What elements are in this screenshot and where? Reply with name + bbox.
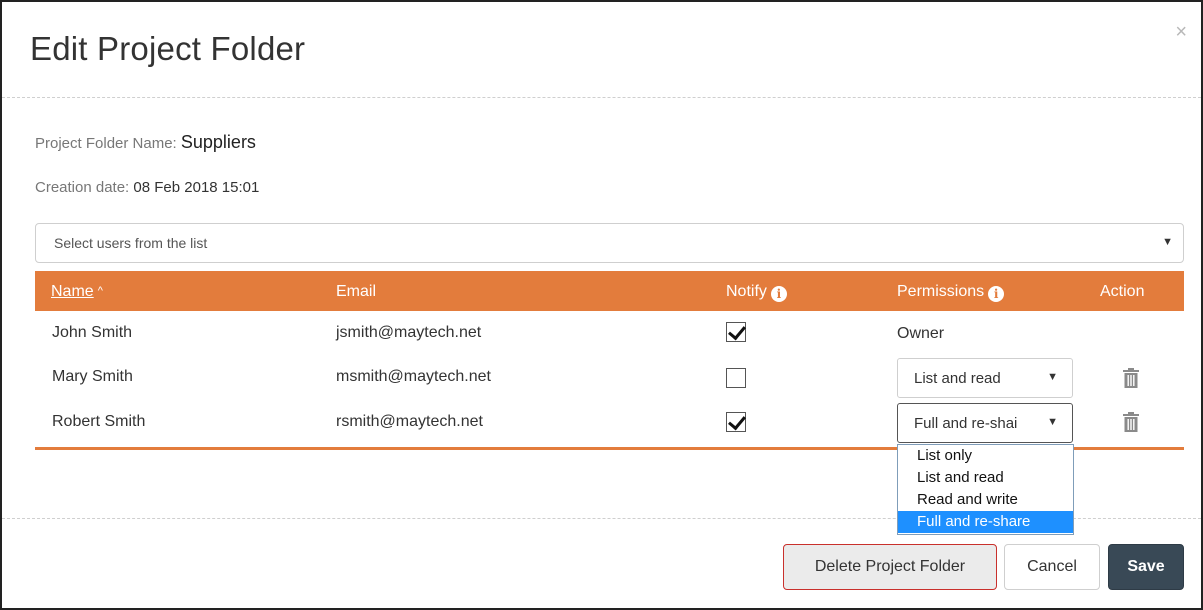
table-row: Mary Smith msmith@maytech.net List and r… — [35, 358, 1184, 402]
column-header-name-label: Name — [51, 283, 94, 300]
folder-name-value: Suppliers — [180, 132, 256, 152]
permission-options-list: List only List and read Read and write F… — [897, 444, 1074, 535]
info-icon[interactable]: i — [988, 286, 1005, 302]
creation-date-label: Creation date: — [35, 179, 130, 196]
column-header-notify-label: Notify — [726, 283, 767, 300]
permission-option-selected[interactable]: Full and re-share — [898, 511, 1073, 533]
column-header-email: Email — [336, 283, 377, 300]
user-email: rsmith@maytech.net — [336, 413, 483, 430]
info-icon[interactable]: i — [770, 286, 787, 302]
folder-name-row: Project Folder Name: Suppliers — [35, 132, 256, 153]
table-row: John Smith jsmith@maytech.net Owner — [35, 316, 1184, 360]
permission-select-value: List and read — [914, 370, 1001, 387]
save-button[interactable]: Save — [1108, 544, 1184, 590]
notify-checkbox[interactable] — [726, 368, 746, 388]
user-name: John Smith — [52, 324, 133, 341]
folder-name-label: Project Folder Name: — [35, 135, 177, 152]
column-header-name[interactable]: Name ^ — [51, 283, 103, 301]
permission-select[interactable]: Full and re-shai ▼ — [897, 403, 1073, 443]
permission-option[interactable]: List and read — [898, 467, 1073, 489]
chevron-down-icon: ▼ — [1047, 416, 1058, 428]
sort-ascending-icon: ^ — [97, 285, 103, 297]
select-users-placeholder: Select users from the list — [54, 235, 208, 251]
user-name: Robert Smith — [52, 413, 146, 430]
permission-option[interactable]: List only — [898, 445, 1073, 467]
column-header-permissions: Permissions i — [897, 283, 1005, 302]
edit-project-folder-dialog: Edit Project Folder × Project Folder Nam… — [0, 0, 1203, 610]
column-header-permissions-label: Permissions — [897, 283, 985, 300]
notify-checkbox[interactable] — [726, 412, 746, 432]
dialog-header: Edit Project Folder × — [2, 2, 1201, 98]
dialog-title: Edit Project Folder — [30, 30, 306, 67]
permission-option[interactable]: Read and write — [898, 489, 1073, 511]
permission-select-value: Full and re-shai — [914, 415, 1018, 432]
user-email: msmith@maytech.net — [336, 368, 491, 385]
cancel-button[interactable]: Cancel — [1004, 544, 1100, 590]
delete-project-folder-button[interactable]: Delete Project Folder — [783, 544, 997, 590]
permission-text: Owner — [897, 325, 945, 342]
notify-checkbox[interactable] — [726, 322, 746, 342]
close-icon[interactable]: × — [1175, 22, 1187, 42]
user-name: Mary Smith — [52, 368, 133, 385]
chevron-down-icon: ▼ — [1047, 371, 1058, 383]
users-table-header: Name ^ Email Notify i Permissions i Action — [35, 271, 1184, 311]
column-header-action: Action — [1100, 283, 1145, 300]
chevron-down-icon: ▼ — [1162, 236, 1173, 248]
trash-icon[interactable] — [1122, 412, 1140, 432]
select-users-dropdown[interactable]: Select users from the list ▼ — [35, 223, 1184, 263]
column-header-notify: Notify i — [726, 283, 787, 302]
user-email: jsmith@maytech.net — [336, 324, 482, 341]
permission-select[interactable]: List and read ▼ — [897, 358, 1073, 398]
trash-icon[interactable] — [1122, 368, 1140, 388]
table-row: Robert Smith rsmith@maytech.net Full and… — [35, 400, 1184, 444]
creation-date-value: 08 Feb 2018 15:01 — [133, 179, 260, 196]
creation-date-row: Creation date: 08 Feb 2018 15:01 — [35, 179, 259, 196]
